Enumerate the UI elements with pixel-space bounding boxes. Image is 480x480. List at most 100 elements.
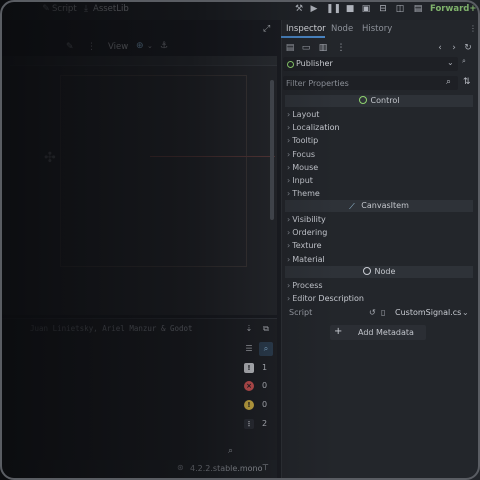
pause-icon[interactable]: ❚❚ [326, 3, 341, 15]
renderer-label[interactable]: Forward+ [430, 4, 476, 14]
filter-properties-input[interactable] [283, 76, 446, 90]
node-icon [362, 267, 371, 275]
dock-menu-icon[interactable]: ⋮ [469, 24, 477, 33]
prop-group-layout[interactable]: › Layout [287, 108, 473, 121]
open-resource-icon[interactable]: ▭ [300, 42, 312, 54]
prop-label: Focus [292, 150, 316, 159]
ruler-tool-icon[interactable]: ✎ [66, 42, 74, 52]
prop-group-visibility[interactable]: › Visibility [287, 213, 473, 226]
anchor-icon[interactable]: ⚓ [160, 41, 168, 51]
warning-count: 0 [262, 400, 268, 409]
warning-filter-toggle[interactable]: ! 0 [242, 399, 276, 413]
output-log-line: Juan Linietsky, Ariel Manzur & Godot [30, 324, 193, 333]
fullscreen-icon[interactable]: ⤢ [263, 24, 270, 34]
prop-label: Input [292, 176, 313, 185]
section-control[interactable]: Control [285, 95, 473, 107]
stop-icon[interactable]: ■ [344, 3, 356, 15]
control-node-icon [287, 61, 294, 68]
section-node[interactable]: Node [285, 266, 473, 278]
prop-label: Texture [292, 241, 322, 250]
revert-icon[interactable]: ↺ [369, 308, 376, 317]
chevron-right-icon: › [287, 281, 291, 290]
grid-icon[interactable]: ⋮ [87, 42, 96, 52]
history-forward-icon[interactable]: › [448, 42, 460, 54]
prop-group-editor-description[interactable]: › Editor Description [287, 292, 473, 305]
chevron-down-icon[interactable]: ⌄ [147, 42, 153, 50]
chevron-down-icon[interactable]: ⌄ [462, 308, 469, 317]
message-filter-toggle[interactable]: ! 1 [242, 362, 276, 376]
prop-group-input[interactable]: › Input [287, 174, 473, 187]
chevron-right-icon: › [287, 189, 291, 198]
object-history-icon[interactable]: ↻ [462, 42, 474, 54]
sort-icon[interactable]: ⇅ [463, 77, 471, 87]
history-back-icon[interactable]: ‹ [434, 42, 446, 54]
resource-menu-icon[interactable]: ⋮ [335, 42, 347, 54]
chevron-right-icon: › [287, 215, 291, 224]
prop-group-texture[interactable]: › Texture [287, 239, 473, 252]
tab-inspector[interactable]: Inspector [286, 24, 326, 34]
prop-group-tooltip[interactable]: › Tooltip [287, 134, 473, 147]
info-filter-toggle[interactable]: ⋮ 2 [242, 418, 276, 432]
section-canvasitem[interactable]: ⟋ CanvasItem [285, 200, 473, 212]
copy-output-icon[interactable]: ⧉ [259, 322, 273, 336]
plus-icon: + [334, 326, 343, 337]
bottom-panel-toggle-icon[interactable]: ⊤ [262, 463, 269, 472]
warning-icon: ! [244, 400, 254, 410]
play-custom-scene-icon[interactable]: ⊟ [377, 3, 389, 15]
csharp-file-icon: ▯ [381, 308, 386, 317]
script-workspace-button[interactable]: Script [52, 4, 77, 14]
prop-group-localization[interactable]: › Localization [287, 121, 473, 134]
prop-group-ordering[interactable]: › Ordering [287, 226, 473, 239]
control-icon [358, 96, 367, 104]
filter-output-icon[interactable]: ☰ [242, 342, 256, 356]
prop-group-material[interactable]: › Material [287, 253, 473, 266]
movie-maker-icon[interactable]: ◫ [394, 3, 406, 15]
clear-output-icon[interactable]: ⇣ [242, 322, 256, 336]
script-property-label: Script [289, 308, 313, 317]
chevron-down-icon[interactable]: ⌄ [447, 58, 454, 67]
clapper-icon[interactable]: ▤ [412, 3, 424, 15]
new-resource-icon[interactable]: ▤ [284, 42, 296, 54]
doc-icon[interactable]: ⌕ [462, 57, 466, 66]
error-icon: × [244, 381, 254, 391]
prop-group-process[interactable]: › Process [287, 279, 473, 292]
chevron-right-icon: › [287, 136, 291, 145]
message-icon: ! [244, 363, 254, 373]
prop-group-theme[interactable]: › Theme [287, 187, 473, 200]
view-menu[interactable]: View [108, 42, 128, 52]
search-icon[interactable]: ⌕ [228, 446, 233, 456]
ruler-left [0, 56, 10, 314]
assetlib-workspace-button[interactable]: AssetLib [93, 4, 129, 14]
chevron-right-icon: › [287, 150, 291, 159]
section-title: Control [370, 96, 400, 105]
play-icon[interactable]: ▶ [308, 3, 320, 15]
active-tab-indicator [281, 36, 325, 38]
info-count: 2 [262, 419, 268, 428]
prop-label: Mouse [292, 163, 319, 172]
save-resource-icon[interactable]: ▥ [317, 42, 329, 54]
output-panel [0, 318, 277, 461]
script-resource-value[interactable]: CustomSignal.cs [395, 308, 461, 317]
prop-group-mouse[interactable]: › Mouse [287, 161, 473, 174]
play-scene-icon[interactable]: ▣ [360, 3, 372, 15]
snap-options-icon[interactable]: ⊕ [136, 41, 144, 51]
remote-debug-icon[interactable]: ⚒ [293, 3, 305, 15]
pencil-icon: ⟋ [349, 202, 355, 211]
prop-label: Visibility [292, 215, 326, 224]
chevron-right-icon: › [287, 110, 291, 119]
viewport-scrollbar[interactable] [270, 80, 274, 220]
search-icon: ⌕ [446, 77, 452, 87]
prop-label: Editor Description [292, 294, 364, 303]
tab-node[interactable]: Node [331, 24, 353, 34]
prop-group-focus[interactable]: › Focus [287, 148, 473, 161]
update-spinner-icon: ⊛ [177, 463, 184, 472]
selected-node-name: Publisher [296, 59, 333, 68]
error-filter-toggle[interactable]: × 0 [242, 380, 276, 394]
prop-label: Theme [292, 189, 320, 198]
prop-label: Layout [292, 110, 320, 119]
guide-line [150, 156, 275, 157]
tab-history[interactable]: History [362, 24, 392, 34]
message-count: 1 [262, 363, 268, 372]
version-label[interactable]: 4.2.2.stable.mono [190, 464, 263, 473]
search-output-icon[interactable]: ⌕ [259, 342, 273, 356]
